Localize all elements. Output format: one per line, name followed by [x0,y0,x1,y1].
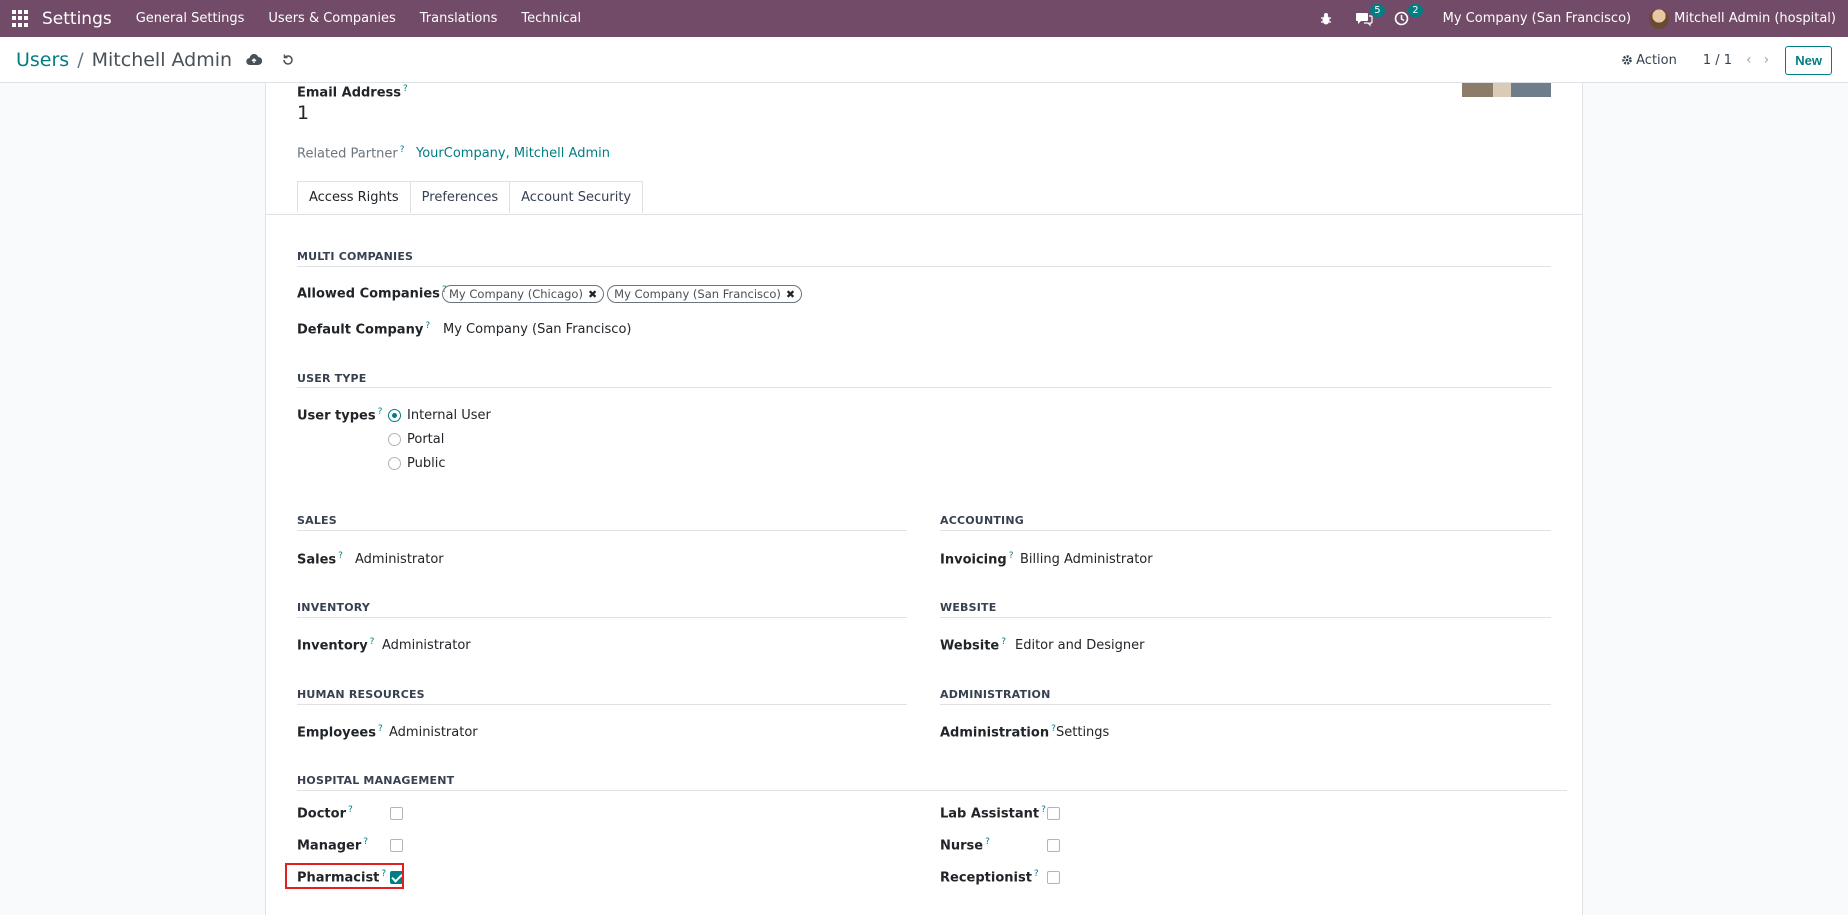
related-partner-label: Related Partner? [297,145,405,162]
manager-label: Manager? [297,837,369,854]
section-human-resources: HUMAN RESOURCES [297,688,425,701]
receptionist-checkbox[interactable] [1047,871,1060,884]
sales-label: Sales? [297,551,343,568]
section-inventory: INVENTORY [297,601,371,614]
company-tag-chicago: My Company (Chicago) ✖ [442,285,605,303]
section-divider [297,266,1551,267]
breadcrumb-users-link[interactable]: Users [16,49,69,71]
app-name[interactable]: Settings [42,9,112,29]
allowed-companies-field[interactable]: My Company (Chicago) ✖ My Company (San Fr… [442,285,805,303]
user-menu[interactable]: Mitchell Admin (hospital) [1649,8,1836,29]
section-divider [940,704,1551,705]
sales-value[interactable]: Administrator [355,552,444,567]
administration-value[interactable]: Settings [1056,725,1109,740]
default-company-value[interactable]: My Company (San Francisco) [443,322,631,337]
top-navbar: Settings General Settings Users & Compan… [0,0,1848,37]
section-divider [297,387,1551,388]
section-divider [297,790,1567,791]
section-accounting: ACCOUNTING [940,514,1024,527]
invoicing-label: Invoicing? [940,551,1014,568]
form-sheet: Email Address? 1 Related Partner? YourCo… [265,83,1583,915]
related-partner-link[interactable]: YourCompany, Mitchell Admin [416,146,610,161]
section-hospital-management: HOSPITAL MANAGEMENT [297,774,455,787]
user-photo[interactable] [1462,83,1551,97]
doctor-label: Doctor? [297,805,353,822]
radio-portal[interactable] [388,433,401,446]
menu-general-settings[interactable]: General Settings [124,11,257,26]
radio-public[interactable] [388,457,401,470]
tab-account-security[interactable]: Account Security [509,181,644,213]
company-switcher[interactable]: My Company (San Francisco) [1443,11,1631,26]
doctor-checkbox[interactable] [390,807,403,820]
website-value[interactable]: Editor and Designer [1015,638,1144,653]
email-value[interactable]: 1 [297,102,309,124]
menu-users-companies[interactable]: Users & Companies [256,11,407,26]
remove-tag-icon[interactable]: ✖ [786,288,795,301]
breadcrumb-separator: / [77,48,84,71]
breadcrumb-current: Mitchell Admin [91,48,233,71]
pager-previous-icon[interactable]: ‹ [1746,52,1752,68]
tab-access-rights[interactable]: Access Rights [297,181,411,213]
section-multi-companies: MULTI COMPANIES [297,250,414,263]
pager-value[interactable]: 1 / 1 [1703,53,1732,68]
debug-bug-icon[interactable] [1317,10,1335,28]
section-divider [940,530,1551,531]
employees-value[interactable]: Administrator [389,725,478,740]
section-divider [297,704,907,705]
new-button[interactable]: New [1785,45,1832,75]
inventory-label: Inventory? [297,637,375,654]
activities-clock-icon[interactable]: 2 [1393,3,1423,28]
lab-assistant-label: Lab Assistant? [940,805,1046,822]
radio-internal-user-label[interactable]: Internal User [407,408,491,423]
email-label: Email Address? [297,84,408,101]
menu-translations[interactable]: Translations [408,11,510,26]
messages-count-badge: 5 [1370,3,1385,17]
activities-count-badge: 2 [1408,3,1423,17]
tab-divider [266,214,1582,215]
section-sales: SALES [297,514,337,527]
tab-preferences[interactable]: Preferences [409,181,511,213]
control-panel: Users / Mitchell Admin Action 1 / 1 ‹ › … [0,37,1848,83]
remove-tag-icon[interactable]: ✖ [588,288,597,301]
action-menu-button[interactable]: Action [1621,53,1677,68]
gear-icon [1622,55,1632,65]
invoicing-value[interactable]: Billing Administrator [1020,552,1153,567]
nurse-checkbox[interactable] [1047,839,1060,852]
save-cloud-icon[interactable] [246,52,263,68]
section-divider [940,617,1551,618]
highlight-box [285,863,404,889]
manager-checkbox[interactable] [390,839,403,852]
pager-next-icon[interactable]: › [1764,52,1770,68]
user-name: Mitchell Admin (hospital) [1674,11,1836,26]
menu-technical[interactable]: Technical [509,11,593,26]
user-types-label: User types? [297,407,383,424]
radio-internal-user[interactable] [388,409,401,422]
default-company-label: Default Company? [297,321,431,338]
receptionist-label: Receptionist? [940,869,1039,886]
form-tabs: Access Rights Preferences Account Securi… [297,181,644,213]
action-label: Action [1636,52,1677,68]
lab-assistant-checkbox[interactable] [1047,807,1060,820]
allowed-companies-label: Allowed Companies? [297,285,447,302]
section-administration: ADMINISTRATION [940,688,1051,701]
discard-undo-icon[interactable] [280,52,296,68]
section-website: WEBSITE [940,601,997,614]
nurse-label: Nurse? [940,837,990,854]
messages-icon[interactable]: 5 [1355,3,1385,28]
section-divider [297,530,907,531]
administration-label: Administration? [940,724,1056,741]
employees-label: Employees? [297,724,383,741]
radio-portal-label[interactable]: Portal [407,432,444,447]
section-user-type: USER TYPE [297,372,367,385]
company-tag-san-francisco: My Company (San Francisco) ✖ [607,285,803,303]
apps-grid-icon[interactable] [12,9,30,28]
section-divider [297,617,907,618]
radio-public-label[interactable]: Public [407,456,445,471]
avatar [1649,8,1670,29]
website-label: Website? [940,637,1007,654]
inventory-value[interactable]: Administrator [382,638,471,653]
